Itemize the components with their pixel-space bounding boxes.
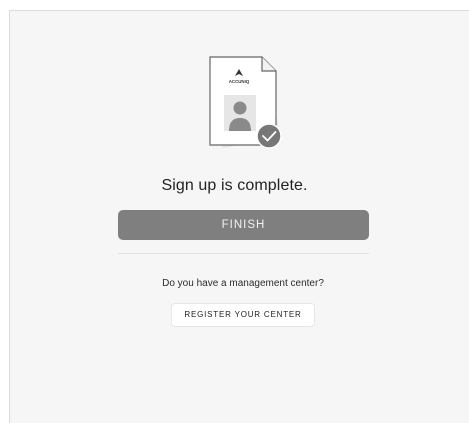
management-center-question: Do you have a management center?	[162, 278, 324, 289]
divider	[118, 253, 369, 254]
brand-text: ACCUNIQ	[229, 79, 250, 84]
check-circle-icon	[256, 123, 282, 149]
page-title: Sign up is complete.	[161, 177, 308, 194]
finish-button[interactable]: FINISH	[118, 210, 369, 240]
signup-illustration: ACCUNIQ	[209, 56, 282, 149]
person-icon	[224, 95, 256, 131]
register-center-button[interactable]: REGISTER YOUR CENTER	[171, 303, 315, 327]
